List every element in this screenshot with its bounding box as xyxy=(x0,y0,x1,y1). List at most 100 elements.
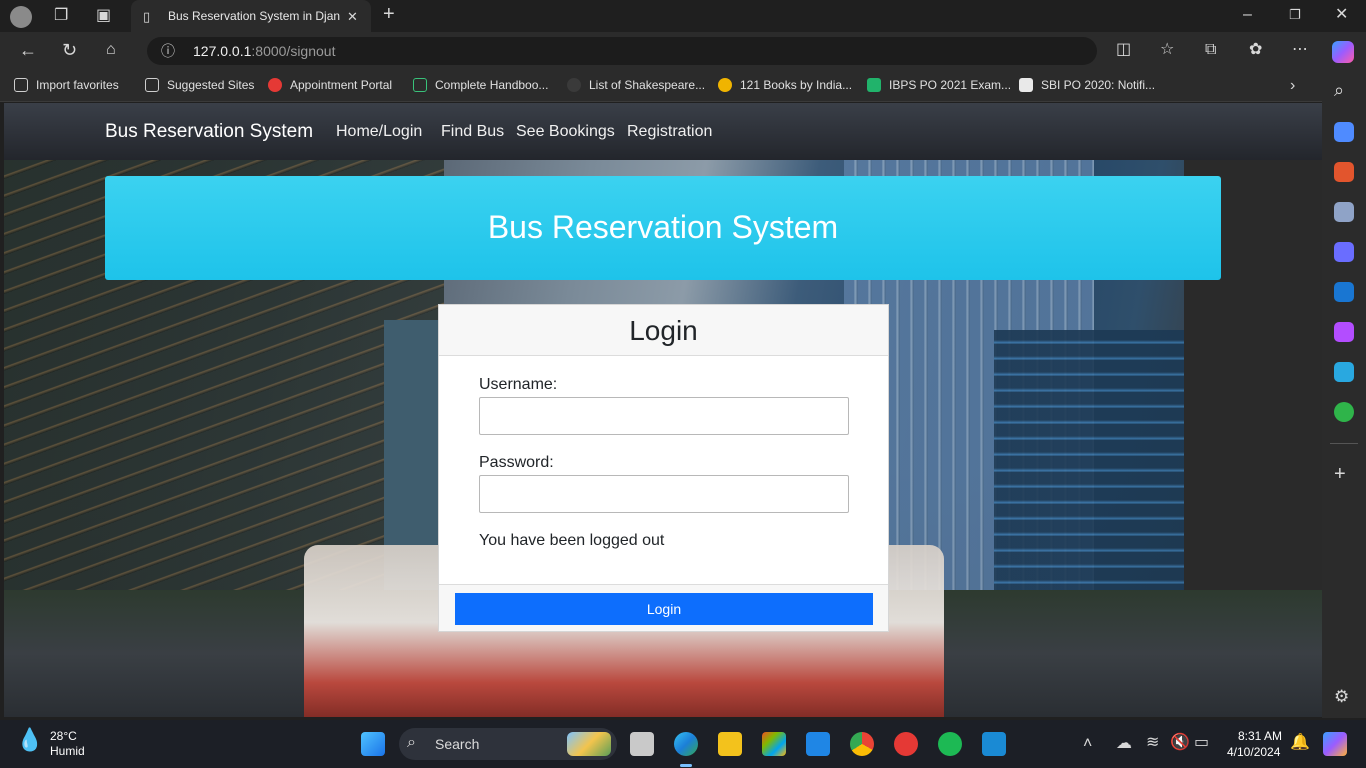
bookmark-sbi-po[interactable]: SBI PO 2020: Notifi... xyxy=(1019,78,1155,92)
wifi-logo-icon xyxy=(268,78,282,92)
add-icon[interactable]: + xyxy=(1334,464,1346,484)
extensions-icon[interactable]: ✿ xyxy=(1249,42,1262,58)
outlook-icon[interactable] xyxy=(1334,282,1354,302)
tab-title: Bus Reservation System in Django xyxy=(168,9,340,23)
vscode-icon[interactable] xyxy=(982,732,1006,756)
navbar: Bus Reservation System Home/Login Find B… xyxy=(4,103,1322,160)
store-icon[interactable] xyxy=(762,732,786,756)
banner-title: Bus Reservation System xyxy=(487,209,839,245)
send-icon[interactable] xyxy=(1334,362,1354,382)
restore-icon[interactable]: ❐ xyxy=(1289,7,1301,23)
copilot-icon[interactable] xyxy=(1334,242,1354,262)
books-icon xyxy=(718,78,732,92)
profile-avatar-icon[interactable] xyxy=(10,6,32,28)
search-icon[interactable]: ⌕ xyxy=(1334,81,1344,99)
search-icon: ⌕ xyxy=(407,734,416,751)
active-tab[interactable]: ▯ Bus Reservation System in Django ✕ xyxy=(131,0,371,32)
favorites-icon[interactable]: ☆ xyxy=(1160,42,1174,58)
bookmark-ibps-po[interactable]: IBPS PO 2021 Exam... xyxy=(867,78,1011,92)
url-host: 127.0.0.1 xyxy=(193,43,252,59)
weather-icon[interactable]: 💧 xyxy=(16,729,43,751)
spotify-icon[interactable] xyxy=(938,732,962,756)
password-input[interactable] xyxy=(479,475,849,513)
task-view-icon[interactable] xyxy=(630,732,654,756)
site-info-icon[interactable]: ⓘ xyxy=(161,43,175,59)
tab-actions-icon[interactable]: ▣ xyxy=(96,8,111,24)
active-app-indicator xyxy=(680,764,692,767)
bookmark-121-books[interactable]: 121 Books by India... xyxy=(718,78,852,92)
copilot-icon[interactable] xyxy=(1332,41,1354,63)
nav-link-see-bookings[interactable]: See Bookings xyxy=(516,123,615,141)
collections-icon[interactable]: ⧉ xyxy=(1205,42,1216,58)
designer-icon[interactable] xyxy=(1334,322,1354,342)
copilot-preview-icon[interactable] xyxy=(1323,732,1347,756)
weather-temp[interactable]: 28°C xyxy=(50,729,77,743)
battery-icon[interactable]: ▭ xyxy=(1194,735,1209,751)
nav-link-registration[interactable]: Registration xyxy=(627,123,712,141)
shopping-tag-icon[interactable] xyxy=(1334,122,1354,142)
new-tab-icon[interactable]: + xyxy=(383,4,395,24)
gear-icon[interactable]: ⚙ xyxy=(1334,688,1349,705)
tools-icon[interactable] xyxy=(1334,162,1354,182)
search-highlight-icon xyxy=(567,732,611,756)
import-icon xyxy=(14,78,28,92)
taskbar-search-label: Search xyxy=(435,736,480,752)
wifi-icon[interactable]: ≋ xyxy=(1146,735,1159,751)
url-path: :8000/signout xyxy=(251,43,336,59)
wps-office-icon[interactable] xyxy=(894,732,918,756)
split-screen-icon[interactable]: ◫ xyxy=(1116,42,1131,58)
refresh-icon[interactable]: ↻ xyxy=(62,41,77,59)
bookmark-import-favorites[interactable]: Import favorites xyxy=(14,78,119,92)
news-icon xyxy=(1019,78,1033,92)
bookmark-suggested-sites[interactable]: Suggested Sites xyxy=(145,78,254,92)
globe-icon xyxy=(567,78,581,92)
home-icon[interactable]: ⌂ xyxy=(106,42,116,58)
browser-tab-bar: ❐ ▣ ▯ Bus Reservation System in Django ✕… xyxy=(0,0,1366,32)
games-icon[interactable] xyxy=(1334,202,1354,222)
weather-desc[interactable]: Humid xyxy=(50,744,85,758)
file-explorer-icon[interactable] xyxy=(718,732,742,756)
edge-browser-icon[interactable] xyxy=(674,732,698,756)
handbook-icon xyxy=(413,78,427,92)
notification-bell-icon[interactable]: 🔔 xyxy=(1290,735,1310,751)
minimize-icon[interactable]: – xyxy=(1243,7,1252,23)
page-viewport: Bus Reservation System Home/Login Find B… xyxy=(4,103,1322,717)
tree-icon[interactable] xyxy=(1334,402,1354,422)
username-label: Username: xyxy=(479,376,558,393)
bookmark-shakespeare[interactable]: List of Shakespeare... xyxy=(567,78,705,92)
clock-date[interactable]: 4/10/2024 xyxy=(1227,745,1280,759)
login-card: Login Username: Password: You have been … xyxy=(438,304,889,632)
navbar-brand[interactable]: Bus Reservation System xyxy=(105,121,313,143)
hero-banner: Bus Reservation System xyxy=(105,176,1221,280)
nav-link-find-bus[interactable]: Find Bus xyxy=(441,123,504,141)
taskbar: 💧 28°C Humid ⌕ Search ˄ ☁ ≋ 🔇 ▭ 8:31 AM … xyxy=(0,720,1366,768)
mail-icon[interactable] xyxy=(806,732,830,756)
chevron-up-icon[interactable]: ˄ xyxy=(1083,736,1092,752)
chrome-icon[interactable] xyxy=(850,732,874,756)
page-icon: ▯ xyxy=(143,9,151,24)
onedrive-icon[interactable]: ☁ xyxy=(1116,736,1132,752)
clock-time[interactable]: 8:31 AM xyxy=(1238,729,1282,743)
windows-start-icon[interactable] xyxy=(361,732,385,756)
login-button[interactable]: Login xyxy=(455,593,873,625)
url-bar[interactable]: ⓘ 127.0.0.1:8000/signout xyxy=(147,37,1097,65)
logout-message: You have been logged out xyxy=(479,532,665,549)
sidebar-divider xyxy=(1330,443,1358,444)
bookmark-appointment-portal[interactable]: Appointment Portal xyxy=(268,78,392,92)
bookmark-complete-handbook[interactable]: Complete Handboo... xyxy=(413,78,548,92)
more-menu-icon[interactable]: ⋯ xyxy=(1292,42,1308,58)
nav-link-home-login[interactable]: Home/Login xyxy=(336,123,422,141)
username-input[interactable] xyxy=(479,397,849,435)
speaker-muted-icon[interactable]: 🔇 xyxy=(1170,735,1190,751)
close-window-icon[interactable]: ✕ xyxy=(1335,7,1348,23)
login-card-footer: Login xyxy=(439,584,888,631)
login-title: Login xyxy=(629,315,698,346)
close-tab-icon[interactable]: ✕ xyxy=(347,9,358,25)
bookmarks-bar: Import favorites Suggested Sites Appoint… xyxy=(0,70,1366,102)
workspaces-icon[interactable]: ❐ xyxy=(54,8,68,24)
chevron-right-icon[interactable]: › xyxy=(1290,78,1295,94)
back-icon[interactable]: ← xyxy=(19,41,37,59)
flag-icon xyxy=(867,78,881,92)
login-card-header: Login xyxy=(439,305,888,356)
taskbar-search[interactable]: ⌕ Search xyxy=(399,728,617,760)
